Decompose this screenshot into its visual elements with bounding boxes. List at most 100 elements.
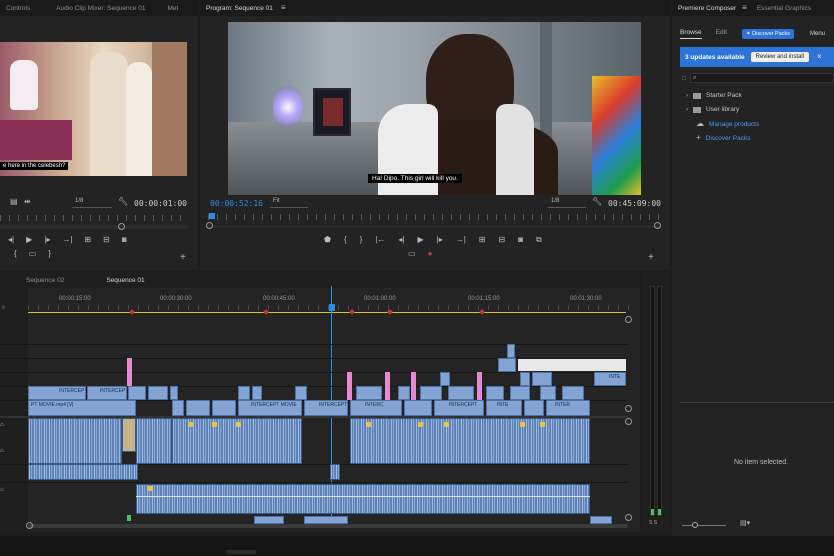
record-icon[interactable]: ●	[428, 250, 433, 258]
thumbnail-size-slider[interactable]	[682, 522, 726, 528]
vertical-scroll-handle-bottom[interactable]	[625, 514, 632, 521]
program-scroll-left-handle[interactable]	[206, 222, 213, 229]
video-clip-intercept[interactable]: INTERCEPT	[434, 400, 484, 416]
close-icon[interactable]: ×	[817, 53, 822, 61]
tab-metadata[interactable]: Met	[161, 5, 184, 12]
video-clip[interactable]	[524, 400, 544, 416]
video-clip[interactable]	[498, 358, 516, 372]
step-forward-icon[interactable]: |▸	[44, 236, 50, 244]
timeline-marker[interactable]	[129, 309, 135, 315]
video-clip[interactable]	[238, 386, 250, 400]
track-lock-icon[interactable]: ⌂	[0, 448, 4, 454]
timeline-playhead-handle[interactable]	[329, 304, 335, 311]
video-clip[interactable]	[590, 516, 612, 524]
video-clip[interactable]	[398, 386, 410, 400]
video-clip-movie[interactable]: PT MOVIE.mp4 [V]	[28, 400, 136, 416]
video-clip[interactable]	[212, 400, 236, 416]
video-clip[interactable]	[170, 386, 178, 400]
source-scroll-thumb[interactable]	[118, 223, 125, 230]
volume-rubber-band[interactable]	[136, 496, 590, 497]
video-clip-intercept-movie[interactable]: INTERCEPT MOVIE	[238, 400, 302, 416]
discover-packs-link[interactable]: + Discover Packs	[696, 134, 750, 142]
video-clip[interactable]	[440, 372, 450, 386]
go-to-in-icon[interactable]: |←	[375, 236, 385, 244]
video-clip[interactable]	[304, 516, 348, 524]
track-lock-icon[interactable]: ⌂	[0, 487, 4, 493]
tab-program-sequence[interactable]: Program: Sequence 01	[200, 5, 279, 12]
program-scrub-bar[interactable]	[208, 225, 660, 228]
program-settings-icon[interactable]: 🔧︎	[592, 198, 602, 206]
timeline-horizontal-scrollbar[interactable]	[28, 524, 628, 528]
video-clip[interactable]	[148, 386, 168, 400]
source-settings-icon[interactable]: 🔧︎	[118, 198, 128, 206]
tab-menu-icon[interactable]: ≡	[281, 4, 286, 12]
video-clip[interactable]	[562, 386, 584, 400]
source-add-button-icon[interactable]: +	[180, 253, 186, 263]
video-clip[interactable]: INTE	[594, 372, 626, 386]
add-marker-icon[interactable]: ⬟	[324, 236, 331, 244]
program-playhead-marker[interactable]	[209, 213, 215, 219]
camera-icon[interactable]: ◙	[518, 236, 523, 244]
tab-essential-graphics[interactable]: Essential Graphics	[751, 5, 817, 12]
audio-clip[interactable]	[28, 418, 122, 464]
export-frame-icon[interactable]: ▤	[10, 198, 18, 206]
video-clip[interactable]	[540, 386, 556, 400]
video-clip[interactable]	[404, 400, 432, 416]
vertical-scroll-handle-top[interactable]	[625, 316, 632, 323]
mark-out-icon[interactable]: }	[360, 236, 363, 244]
chevron-right-icon[interactable]: ›	[686, 93, 688, 99]
work-area-bar[interactable]	[28, 312, 626, 313]
marker-in-out-icon[interactable]: ⇹	[24, 198, 31, 206]
step-back-icon[interactable]: ◂|	[398, 236, 404, 244]
video-clip[interactable]	[295, 386, 307, 400]
video-clip[interactable]	[252, 386, 262, 400]
play-icon[interactable]: ▶	[26, 236, 32, 244]
composer-menu-button[interactable]: Menu	[810, 31, 825, 37]
green-keyframe-icon[interactable]	[127, 515, 131, 521]
video-clip[interactable]	[507, 344, 515, 358]
video-clip[interactable]	[532, 372, 552, 386]
audio-clip[interactable]	[350, 418, 590, 464]
step-back-icon[interactable]: ◂|	[8, 236, 14, 244]
audio-clip[interactable]	[122, 418, 136, 452]
video-clip[interactable]	[186, 400, 210, 416]
white-matte-clip[interactable]	[518, 359, 626, 371]
review-install-button[interactable]: Review and install	[750, 52, 809, 62]
safe-margins-icon[interactable]: ▭	[29, 250, 37, 258]
timeline-marker[interactable]	[263, 309, 269, 315]
source-ruler[interactable]	[0, 215, 188, 221]
video-clip[interactable]	[420, 386, 442, 400]
tab-menu-icon[interactable]: ≡	[742, 4, 747, 12]
timeline-marker[interactable]	[387, 309, 393, 315]
video-clip[interactable]	[520, 372, 530, 386]
play-icon[interactable]: ▶	[417, 236, 423, 244]
mark-out-icon[interactable]: }	[48, 250, 51, 258]
program-current-timecode[interactable]: 00:00:52:16	[210, 199, 263, 208]
subtab-edit[interactable]: Edit	[716, 29, 727, 39]
video-clip[interactable]	[356, 386, 382, 400]
discover-packs-button[interactable]: ✦ Discover Packs	[742, 29, 795, 39]
video-clip-inter[interactable]: INTER	[546, 400, 590, 416]
tab-sequence-02[interactable]: Sequence 02	[20, 277, 70, 284]
compare-icon[interactable]: ⧉	[536, 236, 542, 244]
adjustment-clip[interactable]	[347, 372, 352, 400]
meter-solo-buttons[interactable]: S S	[649, 520, 657, 526]
tab-controls[interactable]: Controls	[0, 5, 36, 12]
video-clip[interactable]	[448, 386, 474, 400]
lift-icon[interactable]: ⊞	[479, 236, 486, 244]
chevron-right-icon[interactable]: ›	[686, 107, 688, 113]
audio-clip[interactable]	[330, 464, 340, 480]
video-clip-intercept[interactable]: INTERCEPT	[304, 400, 348, 416]
music-audio-clip[interactable]	[136, 484, 590, 514]
video-clip[interactable]	[254, 516, 284, 524]
go-to-out-icon[interactable]: →|	[62, 236, 72, 244]
video-clip-intercept[interactable]: INTERCEPT	[87, 386, 127, 400]
adjustment-clip[interactable]	[411, 372, 416, 400]
manage-products-link[interactable]: ☁ Manage products	[696, 120, 759, 128]
list-view-icon[interactable]: ▤▾	[740, 520, 750, 527]
insert-icon[interactable]: ⊞	[84, 236, 91, 244]
camera-icon[interactable]: ◙	[122, 236, 127, 244]
tab-audio-clip-mixer[interactable]: Audio Clip Mixer: Sequence 01	[50, 5, 151, 12]
video-clip-inte[interactable]: INTE	[486, 400, 522, 416]
timeline-settings-icon[interactable]: ⦚⦚⦚	[2, 305, 5, 311]
